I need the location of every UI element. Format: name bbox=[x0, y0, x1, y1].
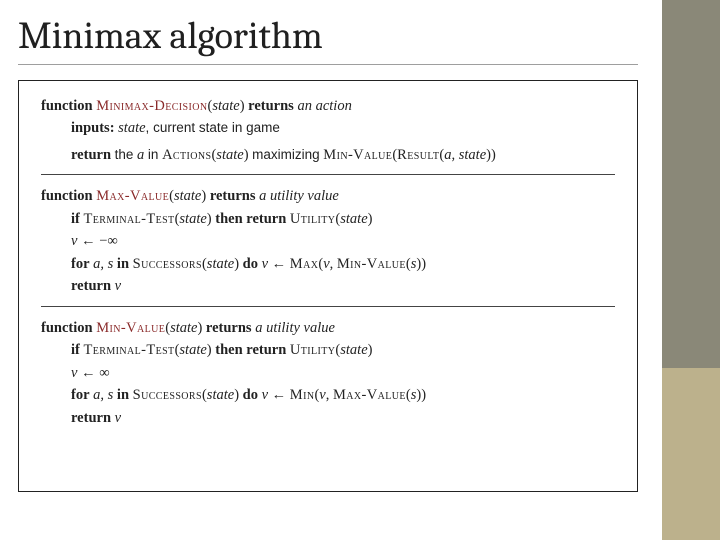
kw-in: in bbox=[148, 147, 159, 162]
line: v ← ∞ bbox=[41, 362, 615, 384]
arg-state: state bbox=[118, 120, 145, 136]
fn-min-value: Min-Value bbox=[323, 147, 392, 163]
line: v ← −∞ bbox=[41, 230, 615, 252]
line: for a, s in Successors(state) do v ← Max… bbox=[41, 253, 615, 275]
strip-top bbox=[662, 0, 720, 368]
kw-for: for bbox=[71, 256, 90, 272]
fn-min: Min bbox=[290, 387, 315, 403]
fn-successors: Successors bbox=[133, 256, 202, 272]
arrow: ← bbox=[81, 233, 96, 249]
line: if Terminal-Test(state) then return Util… bbox=[41, 208, 615, 230]
line: function Max-Value(state) returns a util… bbox=[41, 185, 615, 207]
fn-max-value: Max-Value bbox=[96, 188, 169, 204]
fn-minimax-decision: Minimax-Decision bbox=[96, 98, 207, 114]
line: function Min-Value(state) returns a util… bbox=[41, 317, 615, 339]
kw-do: do bbox=[243, 256, 258, 272]
strip-bottom bbox=[662, 368, 720, 540]
line: for a, s in Successors(state) do v ← Min… bbox=[41, 384, 615, 406]
arg-state: state bbox=[212, 98, 239, 114]
kw-returns: returns bbox=[248, 98, 294, 114]
kw-then-return: then return bbox=[215, 211, 286, 227]
fn-max: Max bbox=[290, 256, 319, 272]
txt-maximizing: maximizing bbox=[252, 147, 320, 162]
fn-actions: Actions bbox=[162, 147, 211, 163]
func-minimax-decision: function Minimax-Decision(state) returns… bbox=[41, 95, 615, 166]
ret-action: an action bbox=[297, 98, 351, 114]
desc-current-state: current state in game bbox=[153, 120, 280, 135]
kw-return: return bbox=[71, 147, 111, 163]
pos-infinity: ∞ bbox=[99, 365, 109, 381]
func-max-value: function Max-Value(state) returns a util… bbox=[41, 185, 615, 297]
fn-result: Result bbox=[397, 147, 439, 163]
line: return v bbox=[41, 407, 615, 429]
txt-the: the bbox=[115, 147, 134, 162]
line: return v bbox=[41, 275, 615, 297]
neg-infinity: −∞ bbox=[99, 233, 118, 249]
line: if Terminal-Test(state) then return Util… bbox=[41, 339, 615, 361]
var-a: a bbox=[137, 147, 144, 163]
title-underline bbox=[18, 64, 638, 65]
line: return the a in Actions(state) maximizin… bbox=[41, 144, 615, 166]
vars-a-s: a, s bbox=[93, 256, 113, 272]
fn-terminal-test: Terminal-Test bbox=[83, 211, 174, 227]
kw-if: if bbox=[71, 211, 80, 227]
right-accent-strip bbox=[662, 0, 720, 540]
kw-function: function bbox=[41, 98, 93, 114]
var-v: v bbox=[71, 233, 77, 249]
fn-min-value: Min-Value bbox=[96, 320, 165, 336]
divider bbox=[41, 174, 615, 175]
line: inputs: state, current state in game bbox=[41, 117, 615, 139]
slide-title: Minimax algorithm bbox=[18, 14, 323, 58]
line: function Minimax-Decision(state) returns… bbox=[41, 95, 615, 117]
kw-inputs: inputs: bbox=[71, 120, 115, 136]
fn-utility: Utility bbox=[290, 211, 335, 227]
ret-utility: a utility value bbox=[259, 188, 339, 204]
algorithm-box: function Minimax-Decision(state) returns… bbox=[18, 80, 638, 492]
func-min-value: function Min-Value(state) returns a util… bbox=[41, 317, 615, 429]
divider bbox=[41, 306, 615, 307]
